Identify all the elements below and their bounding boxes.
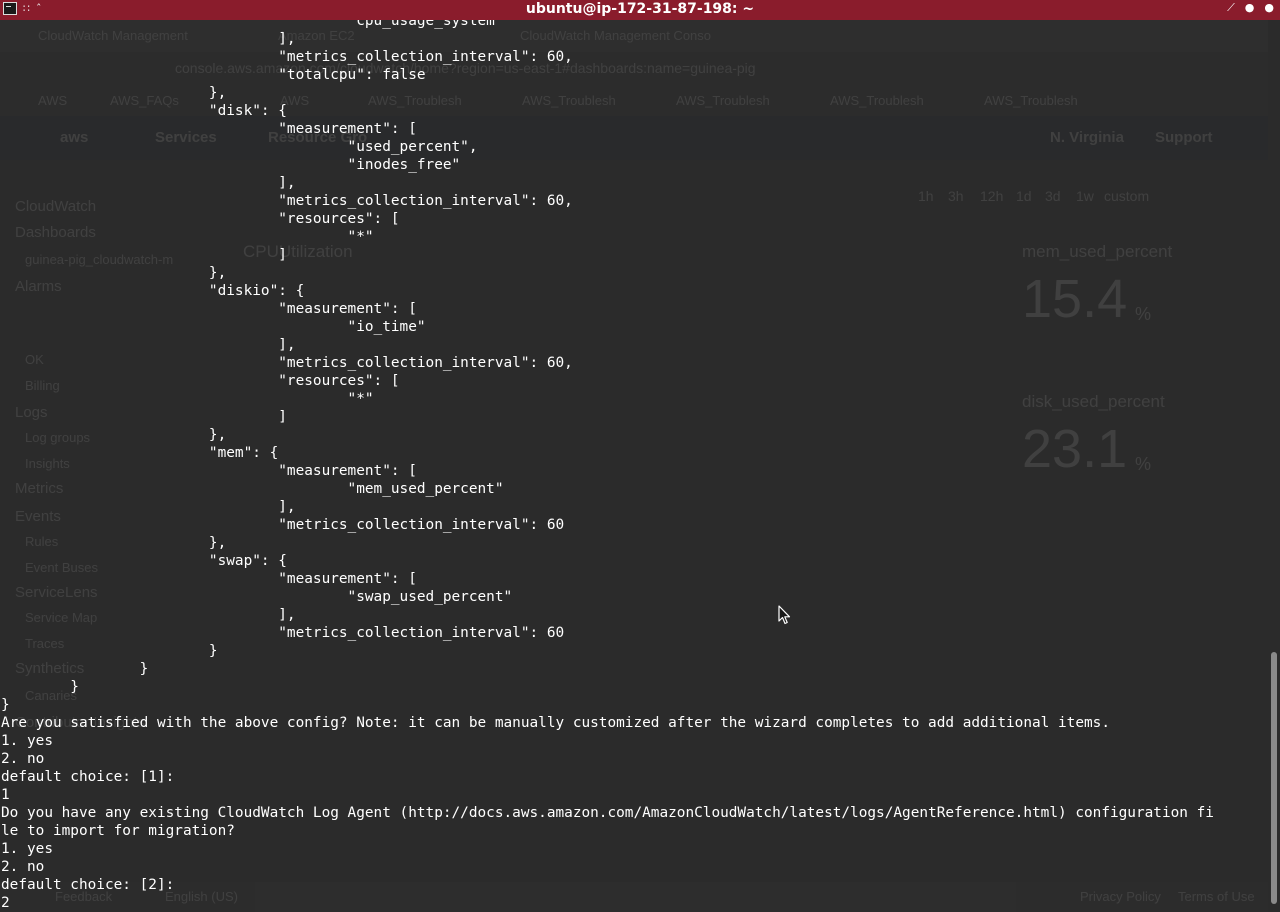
terminal-line: "metrics_collection_interval": 60 <box>1 625 565 641</box>
terminal-line: Do you have any existing CloudWatch Log … <box>1 805 1214 821</box>
terminal-line: "io_time" <box>1 319 426 335</box>
terminal-line: "*" <box>1 391 374 407</box>
terminal-line: ], <box>1 499 296 515</box>
terminal-line: ], <box>1 337 296 353</box>
close-icon[interactable]: ● <box>1264 1 1274 15</box>
terminal-line: "totalcpu": false <box>1 67 426 83</box>
terminal-line: "*" <box>1 229 374 245</box>
terminal-line: }, <box>1 85 227 101</box>
terminal-scrollbar[interactable] <box>1268 20 1280 912</box>
window-title: ubuntu@ip-172-31-87-198: ~ <box>525 1 755 17</box>
titlebar-window-controls: ⟋ ● ● <box>1227 1 1274 15</box>
terminal-line: "resources": [ <box>1 211 400 227</box>
window-titlebar[interactable]: ∷ ˆ ubuntu@ip-172-31-87-198: ~ ⟋ ● ● <box>0 0 1280 20</box>
terminal-line: 2 <box>1 895 10 911</box>
terminal-line: ] <box>1 247 287 263</box>
terminal-line: 2. no <box>1 859 45 875</box>
mouse-pointer-icon <box>778 605 791 625</box>
terminal-line: "measurement": [ <box>1 571 417 587</box>
terminal-line: "measurement": [ <box>1 463 417 479</box>
terminal-line: ], <box>1 175 296 191</box>
terminal-line: }, <box>1 265 227 281</box>
terminal-line: 1. yes <box>1 733 53 749</box>
terminal-line: "resources": [ <box>1 373 400 389</box>
terminal-line: "measurement": [ <box>1 301 417 317</box>
terminal-line: } <box>1 697 10 713</box>
terminal-line: "mem": { <box>1 445 279 461</box>
terminal-line: 1 <box>1 787 10 803</box>
terminal-line: default choice: [1]: <box>1 769 175 785</box>
terminal-line: ], <box>1 607 296 623</box>
terminal-line: "metrics_collection_interval": 60, <box>1 193 573 209</box>
terminal-line: 1. yes <box>1 841 53 857</box>
terminal-line: "used_percent", <box>1 139 478 155</box>
maximize-icon[interactable]: ● <box>1245 1 1255 15</box>
terminal-line: } <box>1 643 218 659</box>
terminal-line: } <box>1 679 79 695</box>
terminal-line: }, <box>1 427 227 443</box>
terminal-line: }, <box>1 535 227 551</box>
terminal-line: "swap_used_percent" <box>1 589 513 605</box>
terminal-line: default choice: [2]: <box>1 877 175 893</box>
terminal-line: 2. no <box>1 751 45 767</box>
terminal-line: Are you satisfied with the above config?… <box>1 715 1110 731</box>
terminal-line: "measurement": [ <box>1 121 417 137</box>
terminal-line: ] <box>1 409 287 425</box>
terminal-output[interactable]: "cpu_usage_system" ], "metrics_collectio… <box>1 12 1266 912</box>
terminal-line: "swap": { <box>1 553 287 569</box>
terminal-line: "disk": { <box>1 103 287 119</box>
minimize-icon[interactable]: ⟋ <box>1227 1 1235 15</box>
terminal-line: ], <box>1 31 296 47</box>
scrollbar-thumb[interactable] <box>1271 652 1277 904</box>
terminal-line: "metrics_collection_interval": 60, <box>1 355 573 371</box>
terminal-line: } <box>1 661 149 677</box>
terminal-line: le to import for migration? <box>1 823 235 839</box>
terminal-line: "inodes_free" <box>1 157 461 173</box>
terminal-line: "metrics_collection_interval": 60 <box>1 517 565 533</box>
terminal-line: "metrics_collection_interval": 60, <box>1 49 573 65</box>
terminal-line: "diskio": { <box>1 283 305 299</box>
terminal-line: "mem_used_percent" <box>1 481 504 497</box>
